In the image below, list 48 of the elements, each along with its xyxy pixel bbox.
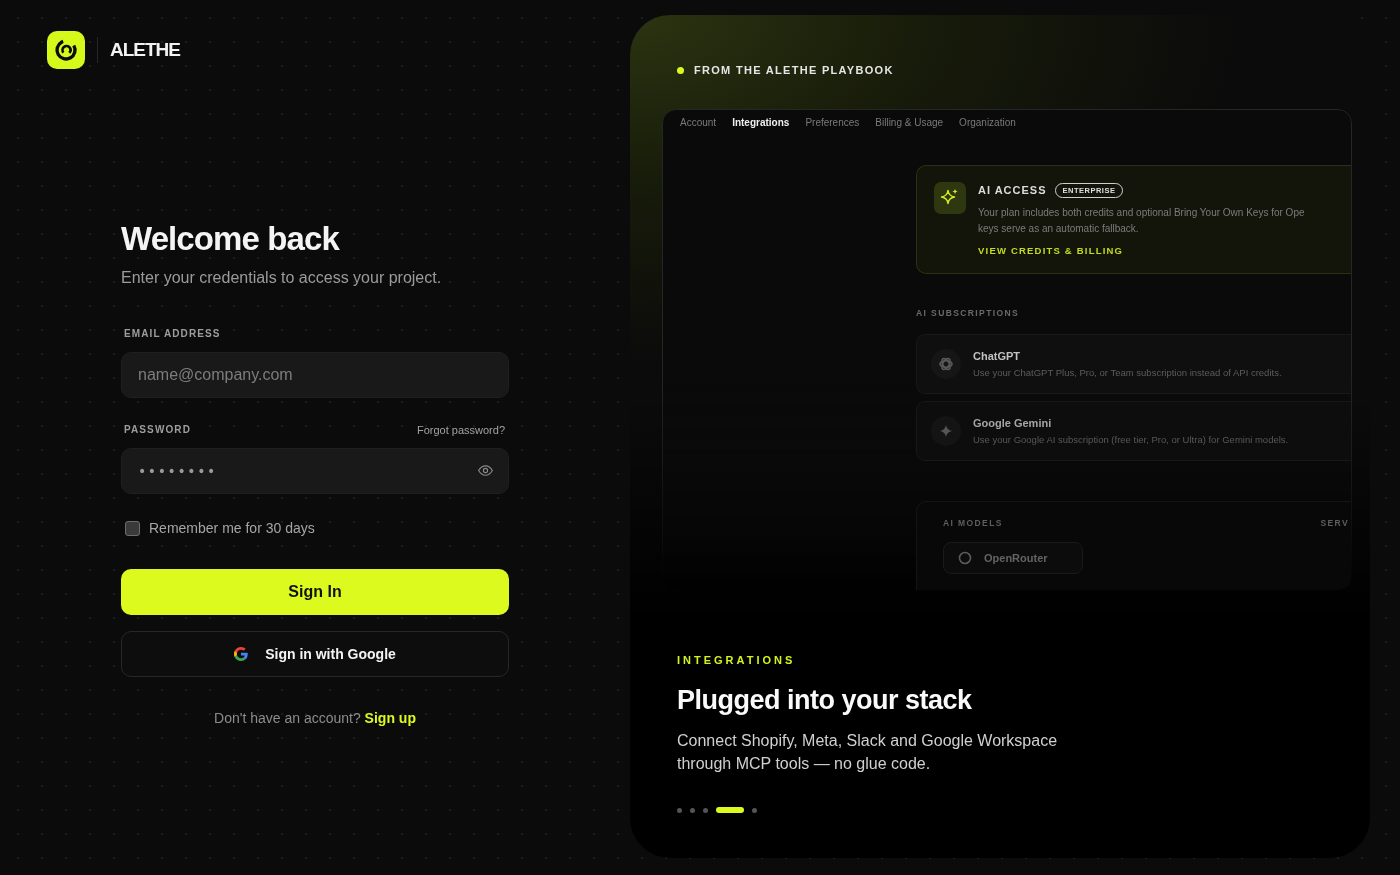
google-icon	[234, 647, 249, 661]
subscription-name: Google Gemini	[973, 417, 1053, 429]
dot-icon	[677, 66, 684, 74]
carousel-dot[interactable]	[690, 807, 695, 813]
ring-icon	[958, 551, 972, 565]
slide-title: Plugged into your stack	[677, 684, 972, 717]
preview-tab[interactable]: Billing & Usage	[875, 117, 944, 129]
subscription-name: ChatGPT	[973, 350, 1022, 362]
forgot-password-link[interactable]: Forgot password?	[416, 423, 505, 437]
eye-icon[interactable]	[478, 465, 493, 476]
signup-prompt: Don't have an account? Sign up	[214, 709, 416, 728]
remember-label[interactable]: Remember me for 30 days	[149, 520, 315, 536]
flower-icon	[931, 349, 961, 379]
view-credits-link[interactable]: VIEW CREDITS & BILLING	[978, 244, 1124, 258]
preview-tab[interactable]: Preferences	[805, 117, 860, 129]
carousel-dot[interactable]	[703, 807, 708, 813]
subscription-row[interactable]: ChatGPT Use your ChatGPT Plus, Pro, or Team subscription instead of API credits.	[916, 334, 1351, 394]
sparkle-icon	[934, 182, 966, 214]
preview-tab[interactable]: Organization	[959, 117, 1016, 129]
remember-checkbox[interactable]	[125, 520, 140, 536]
subtitle: Enter your credentials to access your project.	[121, 268, 442, 288]
google-sign-in-button[interactable]: Sign in with Google	[121, 631, 509, 677]
logo-icon	[47, 31, 85, 69]
preview-tab[interactable]: Integrations	[732, 117, 790, 129]
column-header: SERV	[1320, 518, 1349, 528]
model-name: OpenRouter	[984, 552, 1048, 564]
preview-tab[interactable]: Account	[680, 117, 717, 129]
sign-up-link[interactable]: Sign up	[364, 710, 416, 726]
carousel-dot[interactable]	[677, 807, 682, 813]
carousel-dot[interactable]	[752, 807, 757, 813]
subscription-description: Use your ChatGPT Plus, Pro, or Team subscription instead of API credits.	[973, 367, 1282, 378]
subscription-row[interactable]: Google Gemini Use your Google AI subscription (free tier, Pro, or Ultra) for Gemini models.	[916, 401, 1351, 461]
category-label: INTEGRATIONS	[677, 653, 796, 667]
email-label: EMAIL ADDRESS	[123, 327, 221, 341]
sparkle-icon	[931, 416, 961, 446]
brand-name: ALETHE	[110, 39, 180, 61]
slide-description: Connect Shopify, Meta, Slack and Google Workspace through MCP tools — no glue code.	[677, 731, 1059, 774]
sign-in-button[interactable]: Sign In	[121, 569, 509, 615]
models-heading: AI MODELS	[943, 518, 1003, 528]
password-field[interactable]: ••••••••	[121, 448, 509, 494]
password-label: PASSWORD	[123, 423, 191, 437]
subscription-description: Use your Google AI subscription (free tier, Pro, or Ultra) for Gemini models.	[973, 434, 1289, 445]
ai-access-description: Your plan includes both credits and optional Bring Your Own Keys for Ope keys serve as an automatic fallback.	[978, 206, 1305, 236]
email-field[interactable]: name@company.com	[121, 352, 509, 398]
eyebrow-label: FROM THE ALETHE PLAYBOOK	[694, 64, 894, 76]
ai-access-title: AI ACCESS	[978, 184, 1047, 196]
welcome-title: Welcome back	[121, 219, 339, 259]
subscriptions-heading: AI SUBSCRIPTIONS	[916, 307, 1020, 319]
